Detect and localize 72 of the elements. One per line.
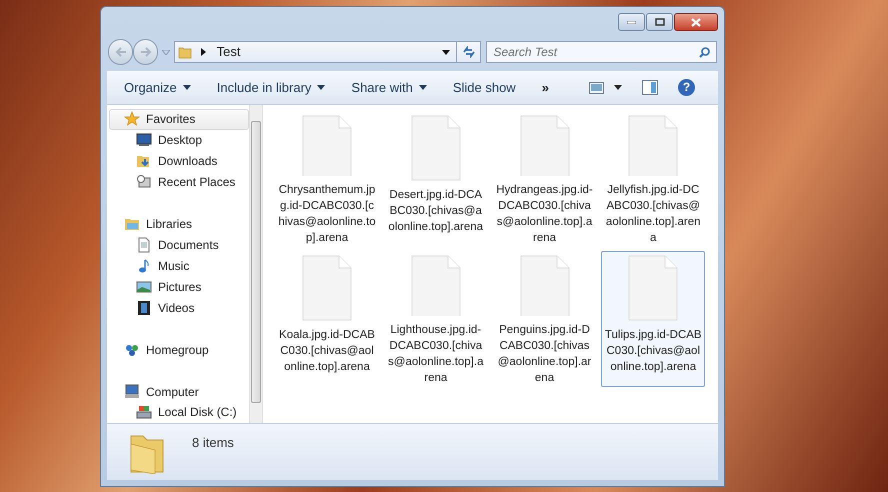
- sidebar-group[interactable]: Homegroup: [109, 339, 249, 360]
- minimize-button[interactable]: [618, 13, 645, 31]
- view-options-icon[interactable]: [589, 82, 604, 94]
- search-input[interactable]: Search Test: [493, 43, 700, 61]
- film-icon: [136, 300, 152, 316]
- forward-button[interactable]: [133, 39, 158, 65]
- blank-file-icon: [520, 115, 570, 176]
- toolbar-button[interactable]: Organize: [124, 78, 191, 98]
- star-icon: [124, 111, 140, 128]
- maximize-icon: [654, 18, 664, 26]
- file-item[interactable]: Lighthouse.jpg.id-DCABC030.[chivas@aolonline.top].arena: [384, 251, 488, 387]
- blank-file-icon: [628, 255, 678, 321]
- file-item[interactable]: Hydrangeas.jpg.id-DCABC030.[chivas@aolonline.top].arena: [492, 111, 596, 247]
- breadcrumb-arrow-icon: [200, 48, 207, 56]
- back-arrow-icon: [114, 47, 126, 57]
- file-item[interactable]: Chrysanthemum.jpg.id-DCABC030.[chivas@aolonline.top].arena: [275, 111, 379, 247]
- sidebar-item[interactable]: Videos: [109, 297, 249, 318]
- address-bar[interactable]: Test: [174, 41, 458, 63]
- back-button[interactable]: [108, 39, 133, 65]
- dropdown-icon: [317, 85, 326, 90]
- sidebar-item[interactable]: Local Disk (C:): [109, 402, 249, 423]
- sidebar-item[interactable]: Downloads: [109, 150, 249, 172]
- file-item[interactable]: Tulips.jpg.id-DCABC030.[chivas@aolonline.top].arena: [601, 251, 706, 387]
- sidebar-item[interactable]: Pictures: [109, 276, 249, 298]
- minimize-icon: [627, 20, 636, 24]
- dropdown-icon: [182, 85, 191, 90]
- drive-icon: [136, 404, 152, 420]
- blank-file-icon: [410, 255, 461, 316]
- refresh-icon: [462, 46, 476, 58]
- dropdown-icon[interactable]: [442, 50, 450, 54]
- maximize-button[interactable]: [646, 13, 673, 31]
- document-icon: [136, 237, 152, 254]
- file-item[interactable]: Jellyfish.jpg.id-DCABC030.[chivas@aolonline.top].arena: [601, 111, 706, 247]
- blank-file-icon: [410, 115, 461, 181]
- picture-icon: [136, 278, 152, 295]
- item-count: 8 items: [192, 434, 234, 452]
- sidebar-item[interactable]: Documents: [109, 234, 249, 256]
- sidebar-group[interactable]: Favorites: [109, 109, 249, 130]
- toolbar-button[interactable]: Include in library: [216, 78, 326, 98]
- more-commands-button[interactable]: »: [542, 78, 549, 98]
- sidebar-item[interactable]: Desktop: [109, 130, 249, 151]
- monitor-icon: [136, 132, 152, 148]
- file-item[interactable]: Penguins.jpg.id-DCABC030.[chivas@aolonline.top].arena: [492, 251, 596, 387]
- blank-file-icon: [302, 255, 352, 321]
- library-folder-icon: [124, 216, 140, 232]
- search-box[interactable]: Search Test: [486, 41, 718, 63]
- close-button[interactable]: [674, 13, 718, 31]
- forward-arrow-icon: [140, 47, 152, 57]
- folder-download-icon: [136, 153, 152, 170]
- folder-icon: [178, 45, 192, 59]
- blank-file-icon: [520, 255, 570, 316]
- file-item[interactable]: Koala.jpg.id-DCABC030.[chivas@aolonline.top].arena: [275, 251, 379, 387]
- dropdown-icon[interactable]: [614, 85, 622, 90]
- search-icon: [699, 46, 710, 58]
- recent-places-icon: [136, 174, 152, 190]
- sidebar-item[interactable]: Music: [109, 255, 249, 276]
- computer-icon: [124, 384, 140, 400]
- scrollbar[interactable]: [249, 105, 263, 423]
- dropdown-icon: [418, 85, 427, 90]
- file-item[interactable]: Desert.jpg.id-DCABC030.[chivas@aolonline.top].arena: [384, 111, 488, 247]
- sidebar-item[interactable]: Recent Places: [109, 172, 249, 193]
- help-button[interactable]: ?: [678, 79, 695, 96]
- address-path: Test: [216, 43, 241, 62]
- refresh-button[interactable]: [457, 41, 482, 63]
- sidebar-group[interactable]: Libraries: [109, 214, 249, 235]
- toolbar-button[interactable]: Slide show: [452, 78, 516, 98]
- sidebar-group[interactable]: Computer: [109, 381, 249, 402]
- close-icon: [691, 18, 701, 26]
- blank-file-icon: [628, 115, 678, 176]
- preview-pane-icon[interactable]: [642, 80, 658, 95]
- blank-file-icon: [302, 115, 352, 176]
- toolbar-button[interactable]: Share with: [351, 78, 427, 98]
